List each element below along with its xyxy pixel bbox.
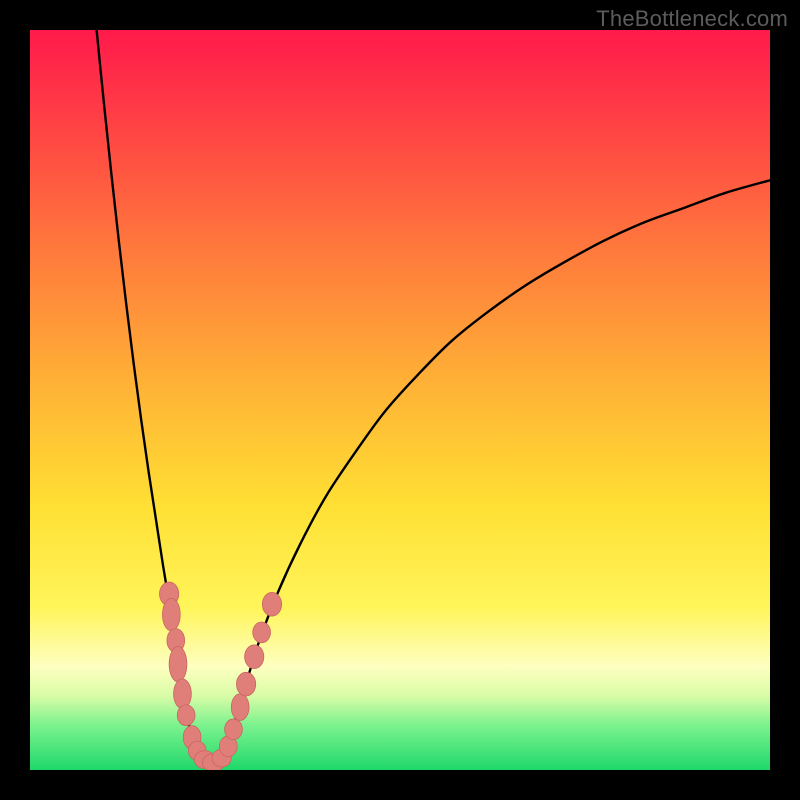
- data-marker: [169, 646, 187, 682]
- data-marker: [245, 645, 264, 669]
- heat-gradient: [30, 30, 770, 770]
- data-marker: [262, 592, 281, 616]
- plot-area: [30, 30, 770, 770]
- data-marker: [236, 672, 255, 696]
- chart-frame: TheBottleneck.com: [0, 0, 800, 800]
- data-marker: [253, 622, 271, 643]
- data-marker: [162, 598, 180, 631]
- watermark-text: TheBottleneck.com: [596, 6, 788, 32]
- data-marker: [225, 719, 243, 740]
- data-marker: [231, 694, 249, 721]
- data-marker: [174, 679, 192, 709]
- chart-svg: [30, 30, 770, 770]
- data-marker: [177, 705, 195, 726]
